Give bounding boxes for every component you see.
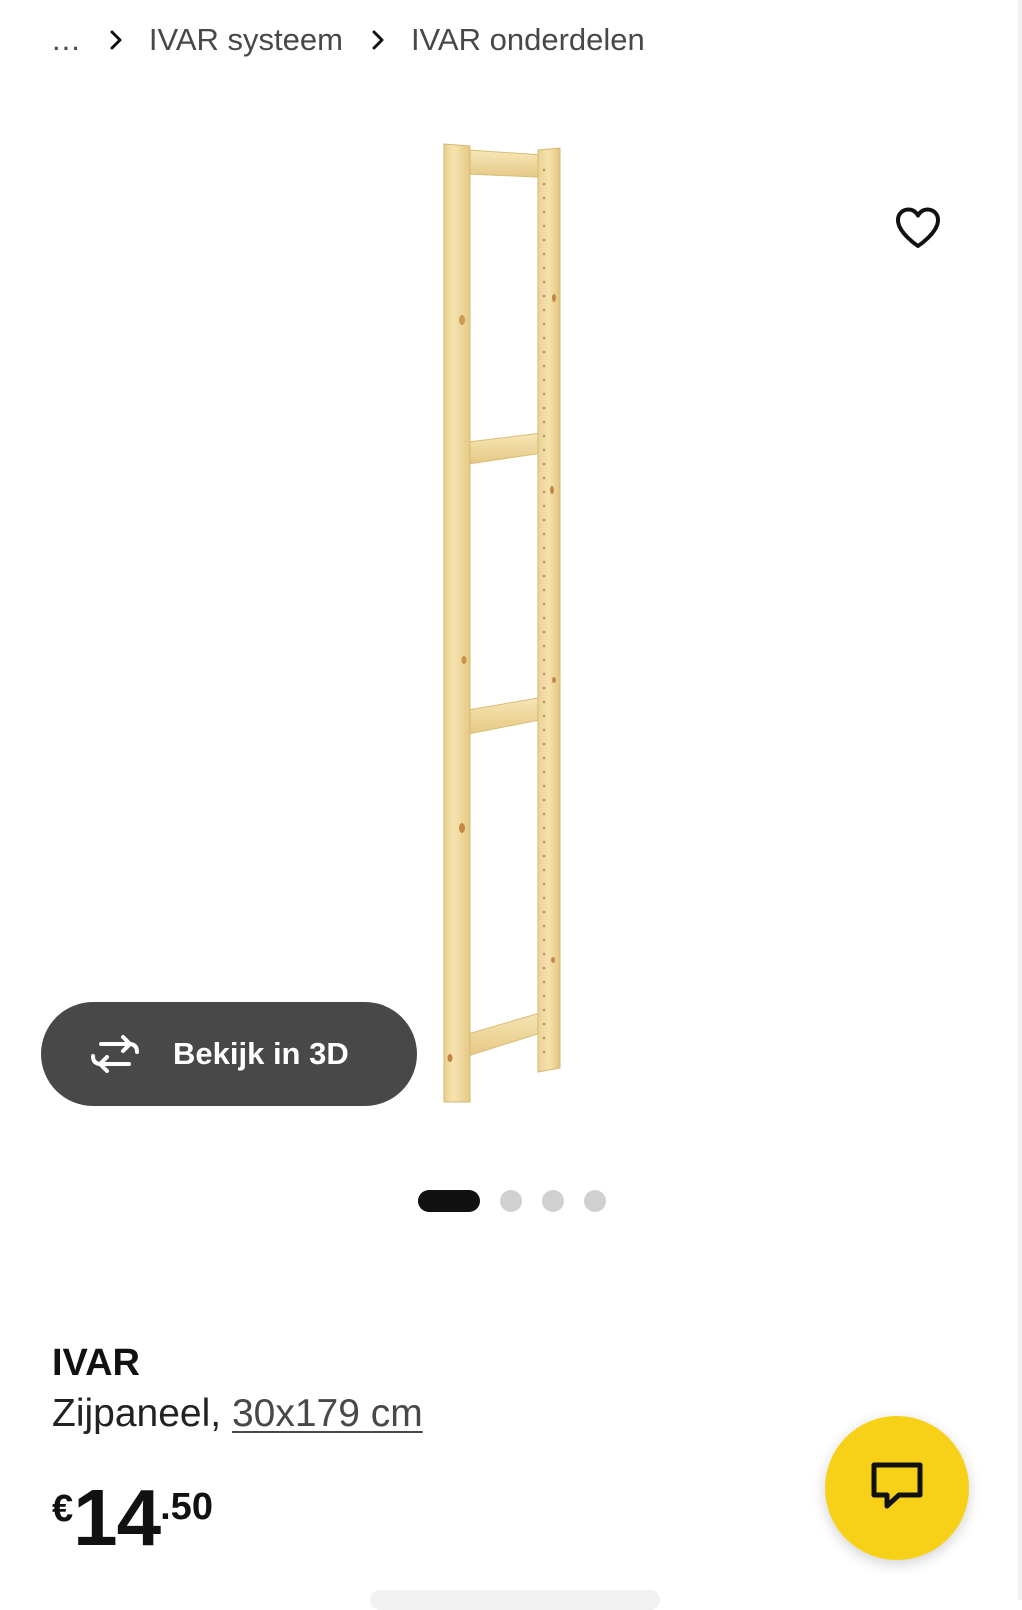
peg-hole — [542, 1008, 546, 1012]
peg-hole — [542, 966, 546, 970]
peg-hole — [542, 1036, 546, 1040]
peg-hole — [542, 798, 546, 802]
peg-hole — [542, 812, 546, 816]
peg-hole — [542, 266, 546, 270]
carousel-dot[interactable] — [500, 1190, 522, 1212]
peg-hole — [542, 854, 546, 858]
peg-hole — [542, 462, 546, 466]
price-integer: 14 — [73, 1473, 161, 1562]
peg-hole — [542, 336, 546, 340]
peg-hole — [542, 574, 546, 578]
chat-bubble-icon — [869, 1460, 925, 1517]
peg-hole — [542, 700, 546, 704]
peg-hole — [542, 476, 546, 480]
breadcrumb: ... IVAR systeem IVAR onderdelen — [52, 18, 645, 62]
peg-hole — [542, 672, 546, 676]
peg-hole — [542, 924, 546, 928]
peg-hole — [542, 602, 546, 606]
peg-hole — [542, 518, 546, 522]
peg-hole — [542, 644, 546, 648]
peg-hole — [542, 980, 546, 984]
peg-hole — [542, 840, 546, 844]
chevron-right-icon — [101, 25, 131, 55]
peg-hole — [542, 420, 546, 424]
peg-hole — [542, 826, 546, 830]
rotate-3d-icon — [87, 1034, 143, 1074]
peg-hole — [542, 756, 546, 760]
price-decimal: .50 — [160, 1486, 213, 1528]
peg-hole — [542, 630, 546, 634]
peg-hole — [542, 364, 546, 368]
product-size-link[interactable]: 30x179 cm — [232, 1392, 423, 1435]
chat-button[interactable] — [825, 1416, 969, 1560]
peg-hole — [542, 1050, 546, 1054]
peg-hole — [542, 294, 546, 298]
peg-hole — [542, 196, 546, 200]
peg-hole — [542, 546, 546, 550]
peg-hole — [542, 868, 546, 872]
peg-hole — [542, 490, 546, 494]
heart-outline-icon — [894, 206, 942, 255]
peg-hole — [542, 280, 546, 284]
peg-hole — [542, 588, 546, 592]
peg-hole — [542, 168, 546, 172]
product-image[interactable] — [420, 140, 600, 1130]
peg-hole — [542, 532, 546, 536]
peg-hole — [542, 308, 546, 312]
peg-hole — [542, 1022, 546, 1026]
peg-hole — [542, 378, 546, 382]
price-currency: € — [52, 1488, 74, 1530]
peg-hole — [542, 210, 546, 214]
peg-hole — [542, 434, 546, 438]
product-type: Zijpaneel, — [52, 1392, 222, 1435]
carousel-dot[interactable] — [542, 1190, 564, 1212]
peg-hole — [542, 448, 546, 452]
peg-hole — [542, 238, 546, 242]
peg-hole — [542, 392, 546, 396]
peg-hole — [542, 224, 546, 228]
favorite-button[interactable] — [888, 200, 948, 260]
breadcrumb-ivar-systeem[interactable]: IVAR systeem — [149, 22, 343, 58]
peg-hole — [542, 406, 546, 410]
peg-hole — [542, 728, 546, 732]
breadcrumb-ellipsis[interactable]: ... — [52, 22, 81, 58]
bottom-sheet-edge — [370, 1590, 660, 1610]
peg-hole — [542, 686, 546, 690]
view-in-3d-button[interactable]: Bekijk in 3D — [41, 1002, 417, 1106]
peg-hole — [542, 616, 546, 620]
image-carousel-dots — [418, 1189, 626, 1213]
breadcrumb-ivar-onderdelen[interactable]: IVAR onderdelen — [411, 22, 645, 58]
product-name: IVAR — [52, 1342, 140, 1384]
view-in-3d-label: Bekijk in 3D — [173, 1036, 349, 1071]
page-edge — [1018, 0, 1022, 1600]
carousel-dot[interactable] — [584, 1190, 606, 1212]
chevron-right-icon — [363, 25, 393, 55]
carousel-dot[interactable] — [418, 1190, 480, 1212]
peg-hole — [542, 252, 546, 256]
peg-hole — [542, 952, 546, 956]
product-price: € 14 .50 — [52, 1478, 213, 1558]
peg-hole — [542, 770, 546, 774]
peg-hole — [542, 322, 546, 326]
peg-hole — [542, 910, 546, 914]
peg-hole — [542, 938, 546, 942]
peg-hole — [542, 882, 546, 886]
peg-hole — [542, 896, 546, 900]
peg-hole — [542, 560, 546, 564]
peg-hole — [542, 994, 546, 998]
peg-hole — [542, 784, 546, 788]
peg-hole — [542, 350, 546, 354]
peg-hole — [542, 658, 546, 662]
peg-hole — [542, 504, 546, 508]
product-description: Zijpaneel, 30x179 cm — [52, 1392, 423, 1436]
peg-hole — [542, 714, 546, 718]
peg-hole — [542, 742, 546, 746]
peg-hole — [542, 182, 546, 186]
